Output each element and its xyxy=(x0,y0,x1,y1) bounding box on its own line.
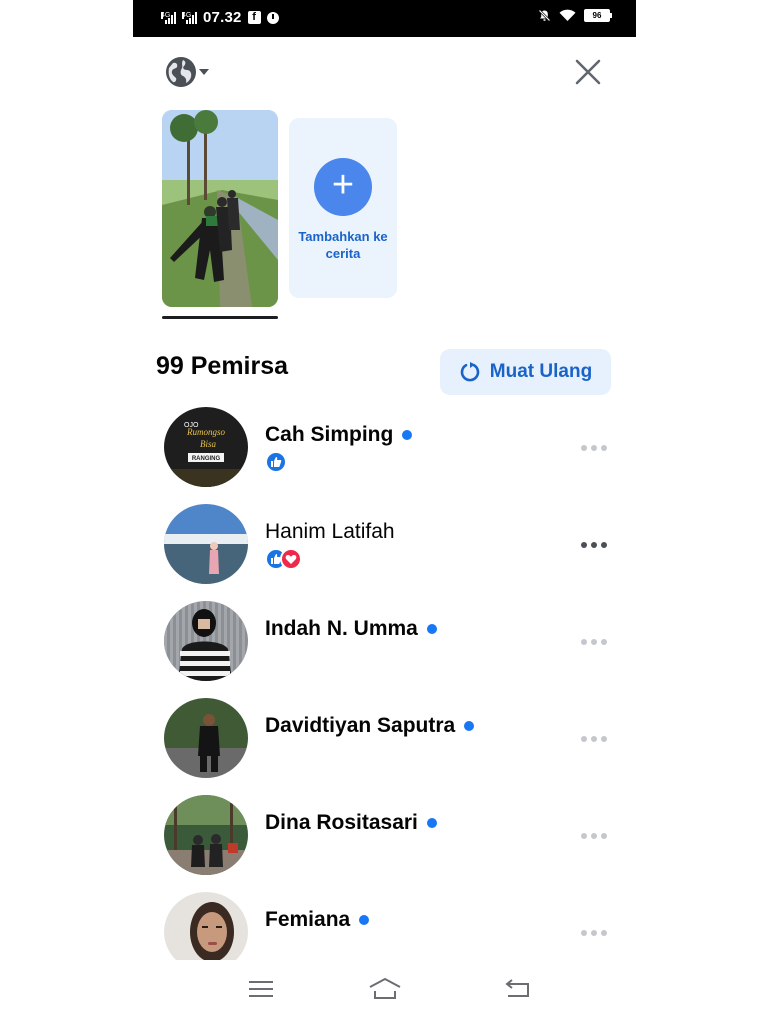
more-options-button[interactable] xyxy=(581,538,607,552)
chevron-down-icon xyxy=(199,69,209,75)
reload-button[interactable]: Muat Ulang xyxy=(440,349,611,395)
back-icon xyxy=(505,979,529,997)
plus-icon: + xyxy=(314,158,372,216)
viewer-name-row: Indah N. Umma xyxy=(265,617,437,641)
viewer-name[interactable]: Davidtiyan Saputra xyxy=(265,714,455,738)
phone-screen: 4G 4G 07.32 f 96 + Tambahkan ke cerita 9… xyxy=(133,0,636,1024)
status-left: 4G 4G 07.32 f xyxy=(161,9,279,26)
avatar-photo xyxy=(164,795,248,875)
avatar xyxy=(164,504,248,584)
viewer-name-row: Hanim Latifah xyxy=(265,520,395,544)
online-status-dot xyxy=(359,915,370,925)
viewer-name[interactable]: Indah N. Umma xyxy=(265,617,418,641)
close-button[interactable] xyxy=(574,58,602,86)
viewer-row[interactable]: Davidtiyan Saputra xyxy=(133,698,636,795)
viewer-row[interactable]: OJO Rumongso Bisa RANGING Cah Simping xyxy=(133,407,636,504)
menu-icon xyxy=(249,981,273,997)
signal-icon-2: 4G xyxy=(182,11,197,24)
more-options-button[interactable] xyxy=(581,829,607,843)
story-selected-indicator xyxy=(162,316,278,319)
reactions xyxy=(265,548,302,570)
love-reaction-icon xyxy=(280,548,302,570)
status-time: 07.32 xyxy=(203,9,242,26)
more-options-button[interactable] xyxy=(581,732,607,746)
wifi-icon xyxy=(559,9,576,21)
mute-bell-icon xyxy=(538,9,551,22)
avatar xyxy=(164,795,248,875)
viewer-name-row: Cah Simping xyxy=(265,423,413,447)
viewer-name[interactable]: Cah Simping xyxy=(265,423,393,447)
close-icon xyxy=(575,59,601,85)
avatar-photo xyxy=(164,698,248,778)
audience-button[interactable] xyxy=(165,56,209,88)
svg-text:Rumongso: Rumongso xyxy=(186,427,225,437)
back-button[interactable] xyxy=(502,976,532,1002)
status-bar: 4G 4G 07.32 f 96 xyxy=(133,0,636,37)
viewer-name[interactable]: Dina Rositasari xyxy=(265,811,418,835)
avatar xyxy=(164,698,248,778)
add-to-story-label: Tambahkan ke cerita xyxy=(298,229,388,261)
story-thumbnail[interactable] xyxy=(162,110,278,307)
viewer-row[interactable]: Dina Rositasari xyxy=(133,795,636,892)
viewer-name[interactable]: Hanim Latifah xyxy=(265,520,395,544)
like-reaction-icon xyxy=(265,451,287,473)
home-button[interactable] xyxy=(367,976,403,1002)
viewer-name-row: Davidtiyan Saputra xyxy=(265,714,475,738)
status-right: 96 xyxy=(538,9,612,22)
signal-icon: 4G xyxy=(161,11,176,24)
viewer-row[interactable]: Hanim Latifah xyxy=(133,504,636,601)
globe-icon xyxy=(166,57,196,87)
online-status-dot xyxy=(426,624,437,634)
avatar-logo: OJO Rumongso Bisa RANGING xyxy=(164,407,248,487)
viewer-row[interactable]: Indah N. Umma xyxy=(133,601,636,698)
more-options-button[interactable] xyxy=(581,926,607,940)
story-photo xyxy=(162,110,278,307)
svg-text:RANGING: RANGING xyxy=(192,456,221,462)
battery-icon: 96 xyxy=(584,9,612,22)
avatar xyxy=(164,601,248,681)
avatar: OJO Rumongso Bisa RANGING xyxy=(164,407,248,487)
reload-label: Muat Ulang xyxy=(489,361,593,382)
facebook-notification-icon: f xyxy=(247,11,261,24)
online-status-dot xyxy=(464,721,475,731)
clock-icon xyxy=(266,11,279,24)
viewers-count: 99 Pemirsa xyxy=(156,352,289,380)
menu-button[interactable] xyxy=(246,976,276,1002)
avatar-photo xyxy=(164,601,248,681)
system-nav-bar xyxy=(133,960,636,1024)
viewer-name-row: Dina Rositasari xyxy=(265,811,437,835)
svg-text:Bisa: Bisa xyxy=(200,439,217,449)
viewer-name-row: Femiana xyxy=(265,908,370,932)
viewer-name[interactable]: Femiana xyxy=(265,908,350,932)
reactions xyxy=(265,451,287,473)
more-options-button[interactable] xyxy=(581,635,607,649)
online-status-dot xyxy=(402,430,413,440)
refresh-icon xyxy=(460,362,480,382)
more-options-button[interactable] xyxy=(581,441,607,455)
add-to-story-button[interactable]: + Tambahkan ke cerita xyxy=(289,118,397,298)
avatar-photo xyxy=(164,504,248,584)
online-status-dot xyxy=(426,818,437,828)
home-icon xyxy=(369,978,401,999)
